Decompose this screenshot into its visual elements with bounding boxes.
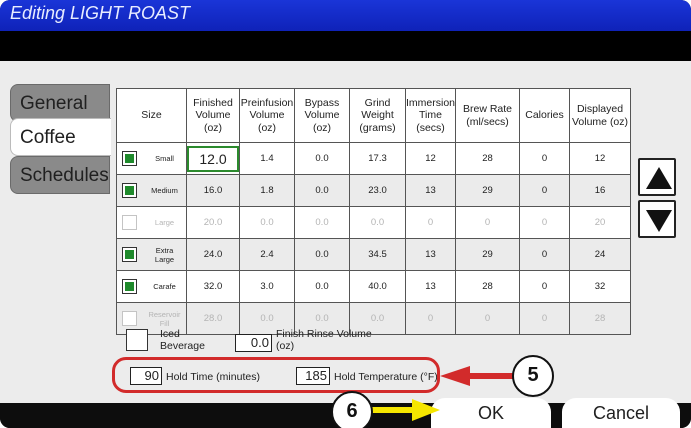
cell-grind-weight[interactable]: 0.0 <box>349 206 406 239</box>
header-preinfusion-volume: Preinfusion Volume (oz) <box>239 88 295 143</box>
scroll-down-button[interactable] <box>638 200 676 238</box>
cell-displayed-volume[interactable]: 24 <box>569 238 632 271</box>
cell-preinfusion-volume[interactable]: 0.0 <box>239 206 295 239</box>
cell-finished-volume[interactable]: 20.0 <box>186 206 240 239</box>
cell-finished-volume[interactable]: 12.0 <box>186 142 240 175</box>
table-header-row: Size Finished Volume (oz) Preinfusion Vo… <box>116 88 632 143</box>
cell-finished-volume[interactable]: 24.0 <box>186 238 240 271</box>
header-immersion-time: Immersion Time (secs) <box>404 88 457 143</box>
header-band <box>0 31 691 61</box>
cell-preinfusion-volume[interactable]: 3.0 <box>239 270 295 303</box>
size-cell: Small <box>116 142 187 175</box>
cell-finished-volume[interactable]: 32.0 <box>186 270 240 303</box>
header-brew-rate: Brew Rate (ml/secs) <box>455 88 521 143</box>
cell-grind-weight[interactable]: 40.0 <box>349 270 406 303</box>
rinse-volume-label: Finish Rinse Volume (oz) <box>276 328 372 352</box>
table-row: Extra Large 24.0 2.4 0.0 34.5 13 29 0 24 <box>116 238 632 271</box>
table-row: Medium 16.0 1.8 0.0 23.0 13 29 0 16 <box>116 174 632 207</box>
tab-general-label: General <box>20 93 88 114</box>
cell-displayed-volume[interactable]: 28 <box>569 302 632 335</box>
hold-settings-highlight <box>112 357 440 393</box>
tab-coffee-label: Coffee <box>20 127 76 148</box>
table-row: Large 20.0 0.0 0.0 0.0 0 0 0 20 <box>116 206 632 239</box>
cell-displayed-volume[interactable]: 12 <box>569 142 632 175</box>
app-window: Editing LIGHT ROAST General Coffee Sched… <box>0 0 691 428</box>
cell-immersion-time[interactable]: 13 <box>404 270 457 303</box>
tab-coffee[interactable]: Coffee <box>10 118 111 156</box>
header-grind-weight: Grind Weight (grams) <box>349 88 406 143</box>
size-cell: Medium <box>116 174 187 207</box>
tab-schedules-label: Schedules <box>20 165 109 186</box>
cell-immersion-time[interactable]: 13 <box>404 238 457 271</box>
cell-displayed-volume[interactable]: 32 <box>569 270 632 303</box>
cell-finished-volume[interactable]: 16.0 <box>186 174 240 207</box>
cell-displayed-volume[interactable]: 16 <box>569 174 632 207</box>
cell-bypass-volume[interactable]: 0.0 <box>294 142 350 175</box>
cell-immersion-time[interactable]: 0 <box>404 206 457 239</box>
scroll-up-button[interactable] <box>638 158 676 196</box>
table-row: Carafe 32.0 3.0 0.0 40.0 13 28 0 32 <box>116 270 632 303</box>
cell-calories[interactable]: 0 <box>519 142 571 175</box>
rinse-volume-field[interactable]: 0.0 <box>235 334 272 352</box>
header-calories: Calories <box>519 88 571 143</box>
size-enabled-checkbox[interactable] <box>122 215 137 230</box>
cell-immersion-time[interactable]: 0 <box>404 302 457 335</box>
iced-beverage-label: Iced Beverage <box>160 328 205 352</box>
cancel-button[interactable]: Cancel <box>562 398 680 428</box>
size-enabled-checkbox[interactable] <box>122 279 137 294</box>
cell-brew-rate[interactable]: 29 <box>455 174 521 207</box>
cell-grind-weight[interactable]: 23.0 <box>349 174 406 207</box>
cell-brew-rate[interactable]: 0 <box>455 206 521 239</box>
ok-button[interactable]: OK <box>431 398 551 428</box>
cell-bypass-volume[interactable]: 0.0 <box>294 174 350 207</box>
callout-step-5: 5 <box>512 355 554 397</box>
header-finished-volume: Finished Volume (oz) <box>186 88 240 143</box>
cell-calories[interactable]: 0 <box>519 174 571 207</box>
size-enabled-checkbox[interactable] <box>122 247 137 262</box>
cell-calories[interactable]: 0 <box>519 302 571 335</box>
title-bar: Editing LIGHT ROAST <box>0 0 691 31</box>
size-enabled-checkbox[interactable] <box>122 151 137 166</box>
cell-brew-rate[interactable]: 28 <box>455 142 521 175</box>
cell-grind-weight[interactable]: 34.5 <box>349 238 406 271</box>
cell-calories[interactable]: 0 <box>519 270 571 303</box>
cell-preinfusion-volume[interactable]: 1.4 <box>239 142 295 175</box>
brew-size-table: Size Finished Volume (oz) Preinfusion Vo… <box>116 88 632 335</box>
cell-preinfusion-volume[interactable]: 1.8 <box>239 174 295 207</box>
size-cell: Extra Large <box>116 238 187 271</box>
size-enabled-checkbox[interactable] <box>122 183 137 198</box>
cell-preinfusion-volume[interactable]: 2.4 <box>239 238 295 271</box>
cell-bypass-volume[interactable]: 0.0 <box>294 238 350 271</box>
cell-brew-rate[interactable]: 28 <box>455 270 521 303</box>
cell-bypass-volume[interactable]: 0.0 <box>294 206 350 239</box>
table-row: Small 12.0 1.4 0.0 17.3 12 28 0 12 <box>116 142 632 175</box>
tab-general[interactable]: General <box>10 84 110 122</box>
triangle-down-icon <box>646 210 672 232</box>
header-bypass-volume: Bypass Volume (oz) <box>294 88 350 143</box>
header-displayed-volume: Displayed Volume (oz) <box>569 88 632 143</box>
finished-volume-input-selected[interactable]: 12.0 <box>187 145 239 172</box>
cell-brew-rate[interactable]: 29 <box>455 238 521 271</box>
iced-beverage-checkbox[interactable] <box>126 329 148 351</box>
cell-immersion-time[interactable]: 12 <box>404 142 457 175</box>
cell-immersion-time[interactable]: 13 <box>404 174 457 207</box>
cell-displayed-volume[interactable]: 20 <box>569 206 632 239</box>
cell-bypass-volume[interactable]: 0.0 <box>294 270 350 303</box>
triangle-up-icon <box>646 167 672 189</box>
size-cell: Large <box>116 206 187 239</box>
callout-step-6: 6 <box>331 391 373 428</box>
size-enabled-checkbox[interactable] <box>122 311 137 326</box>
header-size: Size <box>116 88 187 143</box>
cell-calories[interactable]: 0 <box>519 206 571 239</box>
tab-schedules[interactable]: Schedules <box>10 156 110 194</box>
cell-brew-rate[interactable]: 0 <box>455 302 521 335</box>
cell-grind-weight[interactable]: 17.3 <box>349 142 406 175</box>
window-title: Editing LIGHT ROAST <box>10 3 191 23</box>
size-cell: Carafe <box>116 270 187 303</box>
cell-calories[interactable]: 0 <box>519 238 571 271</box>
